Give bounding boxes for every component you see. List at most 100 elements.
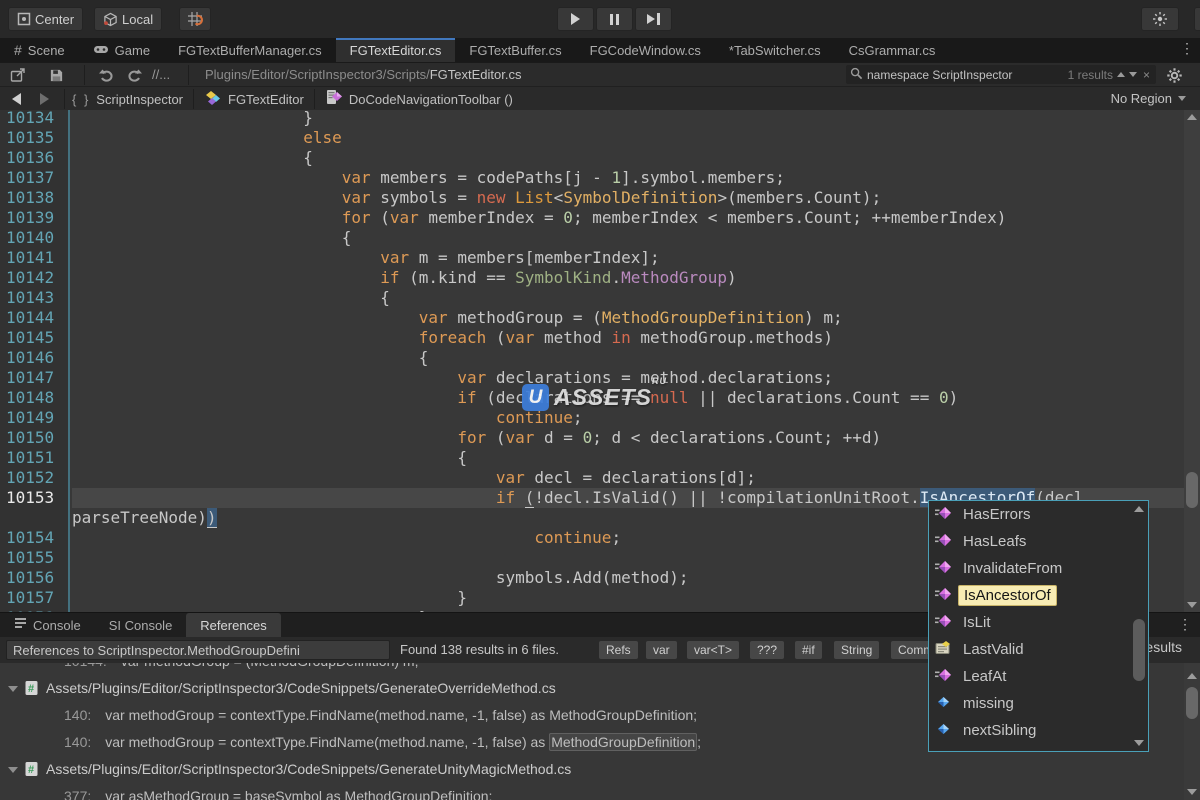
completion-item-islit[interactable]: IsLit	[929, 609, 1148, 636]
snap-grid-button[interactable]	[179, 7, 211, 31]
completion-item-isancestorof[interactable]: IsAncestorOf	[929, 582, 1148, 609]
collapse-triangle-icon[interactable]	[8, 767, 18, 773]
completion-item-hasleafs[interactable]: HasLeafs	[929, 528, 1148, 555]
code-line[interactable]: continue;	[72, 408, 1184, 428]
code-line[interactable]: var symbols = new List<SymbolDefinition>…	[72, 188, 1184, 208]
dock-tab-fgcodewindow-cs[interactable]: FGCodeWindow.cs	[576, 38, 715, 62]
code-line[interactable]: if (m.kind == SymbolKind.MethodGroup)	[72, 268, 1184, 288]
console-tab-references[interactable]: References	[186, 613, 280, 637]
scroll-down-icon[interactable]	[1187, 602, 1197, 608]
tab-strip-menu-icon[interactable]: ⋮	[1180, 40, 1194, 57]
completion-item-missing[interactable]: missing	[929, 690, 1148, 717]
dock-tab-fgtextbuffer-cs[interactable]: FGTextBuffer.cs	[455, 38, 575, 62]
main-toolbar: Center Local	[0, 0, 1200, 38]
nav-back-icon[interactable]	[4, 89, 28, 109]
refs-scroll-thumb[interactable]	[1186, 687, 1198, 719]
search-options-gear-icon[interactable]	[1162, 65, 1186, 85]
code-line[interactable]: {	[72, 448, 1184, 468]
completion-item-nextsibling[interactable]: nextSibling	[929, 717, 1148, 744]
code-line[interactable]: for (var d = 0; d < declarations.Count; …	[72, 428, 1184, 448]
nav-forward-icon[interactable]	[32, 89, 56, 109]
code-line[interactable]: for (var memberIndex = 0; memberIndex < …	[72, 208, 1184, 228]
popup-scroll-thumb[interactable]	[1133, 619, 1145, 681]
dock-tab-scene[interactable]: #Scene	[0, 38, 79, 62]
code-line[interactable]: {	[72, 148, 1184, 168]
filter-button--if[interactable]: #if	[794, 640, 823, 660]
result-line-number: 140:	[64, 702, 91, 729]
search-input[interactable]: namespace ScriptInspector 1 results ×	[846, 65, 1156, 84]
region-dropdown[interactable]: No Region	[1111, 91, 1186, 106]
sun-gizmo-icon	[1152, 11, 1168, 27]
play-icon	[571, 13, 580, 25]
completion-label: HasLeafs	[958, 532, 1031, 551]
filter-button-var[interactable]: var	[645, 640, 678, 660]
editor-scrollbar[interactable]	[1184, 110, 1200, 612]
symbol-crumb-docodenavigationtoolbar-[interactable]: DoCodeNavigationToolbar ()	[325, 89, 513, 109]
method-gem-icon	[935, 505, 952, 525]
save-icon[interactable]	[44, 65, 68, 85]
result-code-text: var methodGroup = contextType.FindName(m…	[105, 734, 549, 750]
step-button[interactable]	[635, 7, 672, 31]
code-line[interactable]: var members = codePaths[j - 1].symbol.me…	[72, 168, 1184, 188]
line-number: 10150	[6, 428, 54, 448]
collapse-triangle-icon[interactable]	[8, 686, 18, 692]
toggle-comment-button[interactable]: //...	[152, 67, 170, 82]
dock-tab-game[interactable]: Game	[79, 38, 164, 62]
code-line[interactable]: foreach (var method in methodGroup.metho…	[72, 328, 1184, 348]
references-scope-box[interactable]: References to ScriptInspector.MethodGrou…	[6, 640, 390, 660]
clipped-toolbar-button[interactable]	[1194, 7, 1200, 31]
popup-scroll-down-icon[interactable]	[1134, 740, 1144, 746]
pause-button[interactable]	[596, 7, 633, 31]
editor-scroll-thumb[interactable]	[1186, 472, 1198, 508]
scroll-up-icon[interactable]	[1187, 114, 1197, 120]
result-code-text: var methodGroup = (MethodGroupDefinition…	[121, 663, 419, 669]
dock-tab--tabswitcher-cs[interactable]: *TabSwitcher.cs	[715, 38, 835, 62]
completion-item-haserrors[interactable]: HasErrors	[929, 501, 1148, 528]
code-line[interactable]: var decl = declarations[d];	[72, 468, 1184, 488]
local-space-button[interactable]: Local	[94, 7, 162, 31]
gizmo-settings-button[interactable]	[1141, 7, 1179, 31]
result-file-path: Assets/Plugins/Editor/ScriptInspector3/C…	[46, 761, 571, 777]
dock-tab-csgrammar-cs[interactable]: CsGrammar.cs	[835, 38, 950, 62]
filter-button-refs[interactable]: Refs	[598, 640, 639, 660]
result-file-header[interactable]: #Assets/Plugins/Editor/ScriptInspector3/…	[0, 756, 1200, 783]
filter-button-string[interactable]: String	[833, 640, 880, 660]
symbol-crumb-label: FGTextEditor	[228, 92, 304, 107]
open-external-icon[interactable]	[6, 65, 30, 85]
console-menu-icon[interactable]: ⋮	[1178, 616, 1192, 633]
code-line[interactable]: var m = members[memberIndex];	[72, 248, 1184, 268]
completion-item-invalidatefrom[interactable]: InvalidateFrom	[929, 555, 1148, 582]
code-line[interactable]: {	[72, 228, 1184, 248]
filter-button--[interactable]: ???	[749, 640, 785, 660]
play-button[interactable]	[557, 7, 594, 31]
symbol-crumb-fgtexteditor[interactable]: FGTextEditor	[204, 89, 304, 110]
redo-icon[interactable]	[122, 65, 146, 85]
dock-tab-fgtextbuffermanager-cs[interactable]: FGTextBufferManager.cs	[164, 38, 336, 62]
dock-tab-fgtexteditor-cs[interactable]: FGTextEditor.cs	[336, 38, 456, 62]
completion-item-lastvalid[interactable]: LastValid	[929, 636, 1148, 663]
tab-label: FGTextEditor.cs	[350, 43, 442, 58]
completion-label: missing	[958, 694, 1019, 713]
code-line[interactable]: {	[72, 348, 1184, 368]
refs-scroll-down-icon[interactable]	[1187, 789, 1197, 795]
undo-icon[interactable]	[94, 65, 118, 85]
search-close-icon[interactable]: ×	[1141, 68, 1152, 82]
search-prev-icon[interactable]	[1117, 72, 1125, 77]
completion-item-leafat[interactable]: LeafAt	[929, 663, 1148, 690]
code-line[interactable]: else	[72, 128, 1184, 148]
result-line[interactable]: 377:var asMethodGroup = baseSymbol as Me…	[0, 783, 1200, 800]
console-tab-si-console[interactable]: SI Console	[95, 613, 187, 637]
center-pivot-button[interactable]: Center	[8, 7, 83, 31]
unity-script-inspector-window: Center Local #SceneGameFGTextBufferManag…	[0, 0, 1200, 800]
refs-scroll-up-icon[interactable]	[1187, 673, 1197, 679]
code-line[interactable]: {	[72, 288, 1184, 308]
breadcrumb: Plugins/Editor/ScriptInspector3/Scripts/…	[205, 67, 521, 82]
code-line[interactable]: var methodGroup = (MethodGroupDefinition…	[72, 308, 1184, 328]
console-tab-label: SI Console	[109, 618, 173, 633]
symbol-crumb-scriptinspector[interactable]: { }ScriptInspector	[72, 92, 183, 107]
search-next-icon[interactable]	[1129, 72, 1137, 77]
references-scrollbar[interactable]	[1184, 663, 1200, 800]
console-tab-console[interactable]: Console	[0, 613, 95, 637]
filter-button-var-t-[interactable]: var<T>	[686, 640, 740, 660]
code-line[interactable]: }	[72, 110, 1184, 128]
